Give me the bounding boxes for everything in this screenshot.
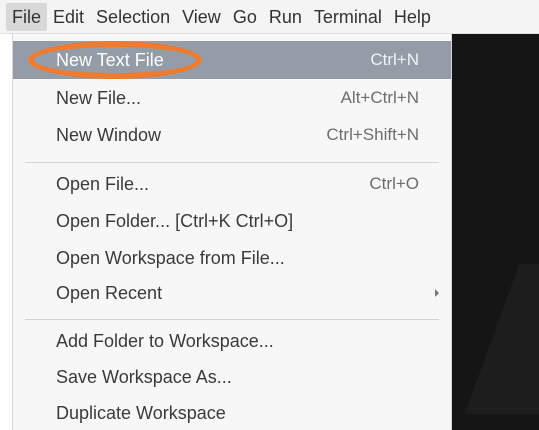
menu-item-duplicate-workspace[interactable]: Duplicate Workspace — [13, 394, 451, 430]
menu-item-new-window[interactable]: New Window Ctrl+Shift+N — [13, 116, 451, 154]
menu-item-label: Add Folder to Workspace... — [56, 330, 274, 351]
menu-item-new-text-file[interactable]: New Text File Ctrl+N — [13, 41, 451, 79]
menu-view[interactable]: View — [176, 3, 227, 31]
menu-item-label: Open Folder... [Ctrl+K Ctrl+O] — [56, 210, 294, 231]
menu-terminal[interactable]: Terminal — [308, 3, 388, 31]
menu-item-add-folder-to-workspace[interactable]: Add Folder to Workspace... — [13, 322, 451, 360]
menu-item-open-workspace-from-file[interactable]: Open Workspace from File... — [13, 239, 451, 277]
menu-separator — [25, 319, 439, 320]
submenu-arrow-icon — [435, 289, 439, 297]
menu-separator — [25, 162, 439, 163]
menu-item-shortcut: Ctrl+Shift+N — [326, 125, 419, 144]
menu-item-save-workspace-as[interactable]: Save Workspace As... — [13, 358, 451, 396]
app-window: File Edit Selection View Go Run Terminal… — [0, 0, 539, 430]
file-menu-dropdown: New Text File Ctrl+N New File... Alt+Ctr… — [12, 34, 452, 430]
editor-area — [452, 34, 539, 430]
menu-go[interactable]: Go — [227, 3, 263, 31]
menu-item-label: New Text File — [56, 49, 164, 70]
menu-item-label: Duplicate Workspace — [56, 402, 226, 423]
menu-item-label: Open File... — [56, 173, 150, 194]
menu-item-shortcut: Alt+Ctrl+N — [340, 88, 419, 107]
menu-item-shortcut: Ctrl+O — [369, 174, 419, 193]
menu-item-open-file[interactable]: Open File... Ctrl+O — [13, 165, 451, 203]
menu-run[interactable]: Run — [263, 3, 308, 31]
menu-selection[interactable]: Selection — [90, 3, 176, 31]
menu-item-label: Open Recent — [56, 282, 163, 303]
menu-item-open-folder[interactable]: Open Folder... [Ctrl+K Ctrl+O] — [13, 202, 451, 240]
menu-item-new-file[interactable]: New File... Alt+Ctrl+N — [13, 79, 451, 117]
menu-item-shortcut: Ctrl+N — [370, 50, 419, 69]
menu-edit[interactable]: Edit — [47, 3, 90, 31]
menu-file[interactable]: File — [6, 2, 48, 31]
menu-item-label: Open Workspace from File... — [56, 247, 285, 268]
menu-item-label: Save Workspace As... — [56, 366, 232, 387]
editor-watermark — [464, 264, 539, 414]
menu-item-label: New File... — [56, 87, 142, 108]
menu-item-label: New Window — [56, 124, 162, 145]
menu-bar: File Edit Selection View Go Run Terminal… — [0, 0, 539, 34]
menu-help[interactable]: Help — [388, 3, 437, 31]
menu-item-open-recent[interactable]: Open Recent — [13, 274, 451, 312]
